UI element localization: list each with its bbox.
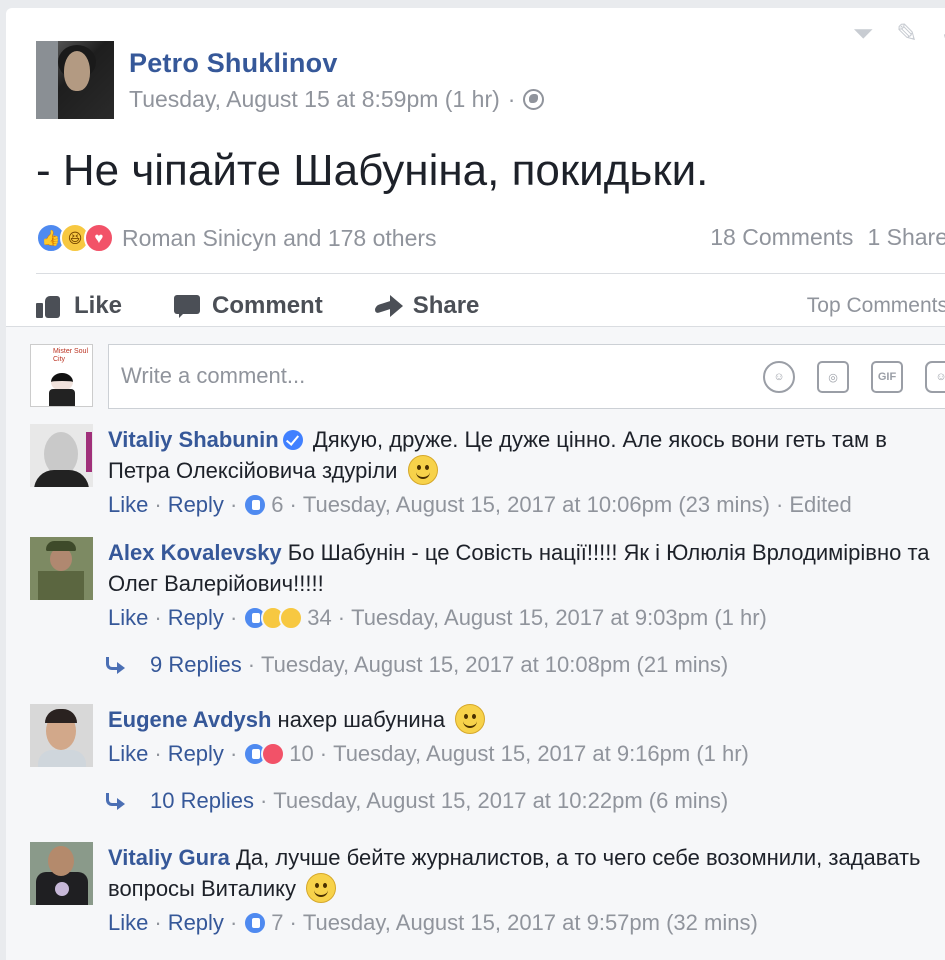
smile-emoji-icon <box>306 873 337 903</box>
comments-count-link[interactable]: 18 Comments <box>710 224 853 251</box>
reactions-summary: 👍 😆 ♥ Roman Sinicyn and 178 others 18 Co… <box>36 220 945 256</box>
reaction-count[interactable]: 10 <box>289 739 313 769</box>
check-icon[interactable]: ✓ <box>936 18 945 50</box>
shares-count-link[interactable]: 1 Share <box>867 224 945 251</box>
comment-bubble-icon <box>174 294 202 318</box>
comments-section: Mister SoulCity ☺ ◎ GIF ☺ Vitaliy Shabun… <box>6 326 945 960</box>
camera-icon[interactable]: ◎ <box>817 361 849 393</box>
post-toolbar: ⏷ ✎ ✓ <box>848 18 945 50</box>
gif-icon[interactable]: GIF <box>871 361 903 393</box>
commenter-name[interactable]: Vitaliy Gura <box>108 845 230 870</box>
replies-count[interactable]: 10 Replies <box>150 788 254 814</box>
comment-reply-link[interactable]: Reply <box>168 739 224 769</box>
reaction-count[interactable]: 6 <box>271 490 283 520</box>
comment-like-link[interactable]: Like <box>108 739 148 769</box>
reaction-count[interactable]: 7 <box>271 908 283 938</box>
comment-reply-link[interactable]: Reply <box>168 603 224 633</box>
post-actions: Like Comment Share Top Comments <box>36 286 945 326</box>
replies-link[interactable]: 10 Replies · Tuesday, August 15, 2017 at … <box>104 788 728 814</box>
reply-arrow-icon <box>104 657 126 674</box>
wrench-icon[interactable]: ✎ <box>892 18 922 50</box>
comment-time[interactable]: Tuesday, August 15, 2017 at 10:06pm (23 … <box>303 490 770 520</box>
comment-text: Да, лучше бейте журналистов, а то чего с… <box>108 845 921 901</box>
sort-comments-dropdown[interactable]: Top Comments <box>807 294 945 318</box>
share-arrow-icon <box>375 294 403 318</box>
comment-time[interactable]: Tuesday, August 15, 2017 at 9:57pm (32 m… <box>303 908 758 938</box>
comment-meta: Like · Reply · 6 · Tuesday, August 15, 2017… <box>108 490 938 520</box>
comment-button[interactable]: Comment <box>174 292 323 320</box>
divider <box>36 273 945 274</box>
author-avatar[interactable] <box>36 41 114 119</box>
avatar[interactable] <box>30 704 93 767</box>
comment-input[interactable] <box>121 363 621 389</box>
comment-time[interactable]: Tuesday, August 15, 2017 at 9:03pm (1 hr… <box>351 603 767 633</box>
replies-time: Tuesday, August 15, 2017 at 10:22pm (6 m… <box>273 788 729 813</box>
smile-emoji-icon <box>407 455 438 485</box>
reply-arrow-icon <box>104 793 126 810</box>
verified-badge-icon <box>282 430 303 450</box>
replies-count[interactable]: 9 Replies <box>150 652 242 678</box>
like-button[interactable]: Like <box>36 292 122 320</box>
share-button[interactable]: Share <box>375 292 480 320</box>
comment-like-link[interactable]: Like <box>108 490 148 520</box>
avatar[interactable] <box>30 537 93 600</box>
post-timestamp[interactable]: Tuesday, August 15 at 8:59pm (1 hr) <box>129 86 500 113</box>
author-name[interactable]: Petro Shuklinov <box>129 48 338 79</box>
reaction-count[interactable]: 34 <box>307 603 331 633</box>
love-reaction-icon[interactable]: ♥ <box>84 223 114 253</box>
avatar[interactable] <box>30 842 93 905</box>
post-meta: Tuesday, August 15 at 8:59pm (1 hr) · <box>129 86 545 113</box>
love-reaction-icon[interactable] <box>261 742 286 766</box>
edited-label[interactable]: Edited <box>789 490 851 520</box>
replies-time: Tuesday, August 15, 2017 at 10:08pm (21 … <box>261 652 729 677</box>
commenter-name[interactable]: Alex Kovalevsky <box>108 540 282 565</box>
comment-like-link[interactable]: Like <box>108 603 148 633</box>
comment-label: Comment <box>212 292 323 319</box>
like-label: Like <box>74 292 123 319</box>
smile-emoji-icon <box>455 704 486 734</box>
share-label: Share <box>412 292 480 319</box>
like-reaction-icon[interactable] <box>243 911 268 935</box>
comment-text: нахер шабунина <box>277 707 446 732</box>
globe-icon[interactable] <box>523 89 545 110</box>
thumbs-up-icon <box>36 294 64 318</box>
emoji-icon[interactable]: ☺ <box>763 361 795 393</box>
meta-separator: · <box>507 86 516 112</box>
commenter-name[interactable]: Eugene Avdysh <box>108 707 271 732</box>
comment-composer: ☺ ◎ GIF ☺ <box>108 344 945 409</box>
reactors-link[interactable]: Roman Sinicyn and 178 others <box>122 225 437 252</box>
comment-reply-link[interactable]: Reply <box>168 908 224 938</box>
commenter-name[interactable]: Vitaliy Shabunin <box>108 427 279 452</box>
comment-meta: Like · Reply · 10 · Tuesday, August 15, 201… <box>108 739 938 769</box>
like-reaction-icon[interactable] <box>243 493 268 517</box>
comment-like-link[interactable]: Like <box>108 908 148 938</box>
comment-reply-link[interactable]: Reply <box>168 490 224 520</box>
engagement-counts: 18 Comments 1 Share <box>710 224 945 251</box>
current-user-avatar[interactable]: Mister Soul City <box>30 344 93 407</box>
comment-meta: Like · Reply · 34 · Tuesday, August 15, 201… <box>108 603 938 633</box>
comment-meta: Like · Reply · 7 · Tuesday, August 15, 2017… <box>108 908 938 938</box>
comment-time[interactable]: Tuesday, August 15, 2017 at 9:16pm (1 hr… <box>333 739 749 769</box>
composer-tools: ☺ ◎ GIF ☺ <box>763 361 945 393</box>
post-text: - Не чіпайте Шабуніна, покидьки. <box>36 146 709 195</box>
avatar[interactable] <box>30 424 93 487</box>
wow-reaction-icon[interactable] <box>279 606 304 630</box>
filter-icon[interactable]: ⏷ <box>848 18 878 50</box>
sticker-icon[interactable]: ☺ <box>925 361 945 393</box>
replies-link[interactable]: 9 Replies · Tuesday, August 15, 2017 at 1… <box>104 652 728 678</box>
